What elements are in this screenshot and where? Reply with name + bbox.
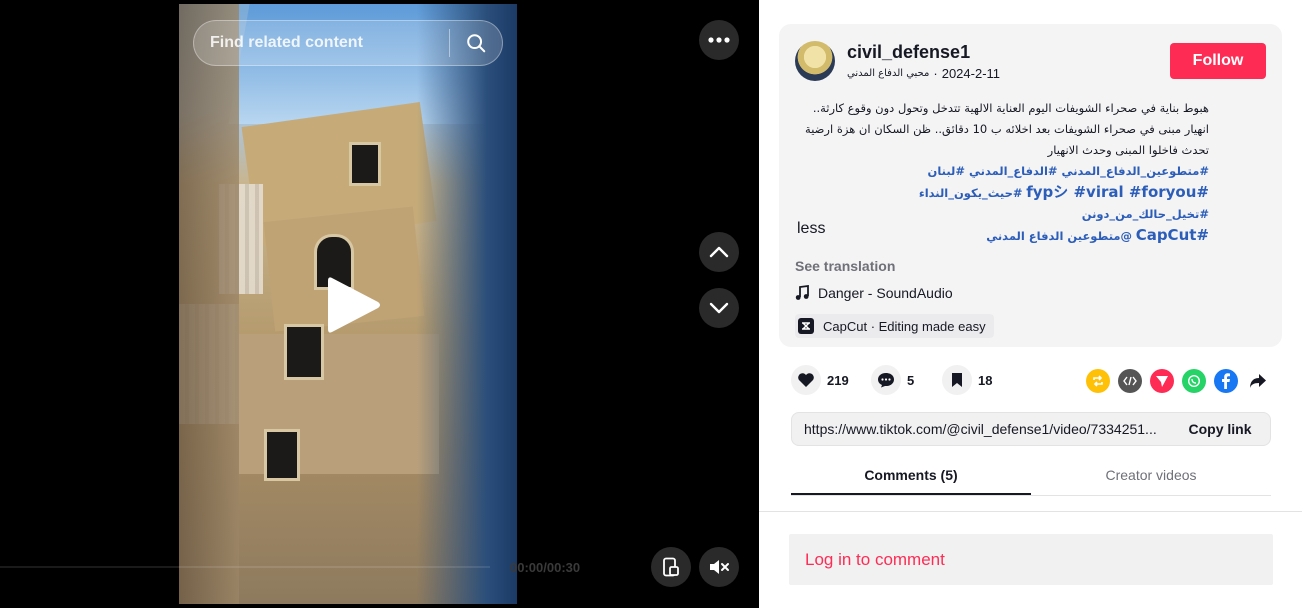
like-button[interactable]: 219 xyxy=(791,365,849,395)
music-title: Danger - SoundAudio xyxy=(818,285,953,301)
like-count: 219 xyxy=(827,372,849,388)
hashtag-capcut[interactable]: #CapCut xyxy=(1136,226,1209,244)
less-button[interactable]: less xyxy=(797,220,825,238)
mute-button[interactable] xyxy=(699,547,739,587)
see-translation-link[interactable]: See translation xyxy=(795,258,895,274)
heart-icon xyxy=(798,373,814,387)
chevron-up-icon xyxy=(709,246,729,258)
author-subline: محبي الدفاع المدني · 2024-2-11 xyxy=(847,66,1000,81)
find-related-search[interactable]: Find related content xyxy=(193,20,503,66)
avatar[interactable] xyxy=(795,41,835,81)
capcut-icon xyxy=(798,318,814,334)
chevron-down-icon xyxy=(709,302,729,314)
more-options-button[interactable] xyxy=(699,20,739,60)
description-card: civil_defense1 محبي الدفاع المدني · 2024… xyxy=(779,24,1282,347)
play-icon[interactable] xyxy=(322,272,384,338)
send-icon[interactable] xyxy=(1150,369,1174,393)
search-input[interactable]: Find related content xyxy=(194,34,449,52)
comment-icon xyxy=(878,373,894,388)
copy-link-box: https://www.tiktok.com/@civil_defense1/v… xyxy=(791,412,1271,446)
tiktok-video-page: Find related content 00:00/00:30 civil_d… xyxy=(0,0,1302,608)
music-note-icon xyxy=(795,285,809,300)
video-caption: هبوط بناية في صحراء الشويفات اليوم العنا… xyxy=(795,98,1209,247)
tab-creator-videos[interactable]: Creator videos xyxy=(1031,456,1271,495)
login-to-comment-link[interactable]: Log in to comment xyxy=(789,550,945,570)
video-stage: Find related content 00:00/00:30 xyxy=(0,0,759,608)
section-divider xyxy=(759,511,1302,512)
mention-group[interactable]: @متطوعين الدفاع المدني xyxy=(986,229,1132,243)
follow-button[interactable]: Follow xyxy=(1170,43,1266,79)
video-progress-bar[interactable] xyxy=(0,566,490,568)
save-count: 18 xyxy=(978,372,993,388)
bookmark-icon xyxy=(952,373,962,387)
comment-count: 5 xyxy=(907,372,915,388)
music-link[interactable]: Danger - SoundAudio xyxy=(795,285,953,301)
tab-comments[interactable]: Comments (5) xyxy=(791,456,1031,495)
pip-icon xyxy=(663,557,679,577)
whatsapp-icon[interactable] xyxy=(1182,369,1206,393)
search-icon xyxy=(467,34,486,53)
comment-button[interactable]: 5 xyxy=(871,365,914,395)
video-url[interactable]: https://www.tiktok.com/@civil_defense1/v… xyxy=(792,421,1170,437)
subline-separator: · xyxy=(933,66,938,81)
login-to-comment-box[interactable]: Log in to comment xyxy=(789,534,1273,585)
repost-icon[interactable] xyxy=(1086,369,1110,393)
action-bar: 219 5 18 xyxy=(791,365,1271,395)
volume-muted-icon xyxy=(710,560,729,574)
facebook-icon[interactable] xyxy=(1214,369,1238,393)
caption-text: هبوط بناية في صحراء الشويفات اليوم العنا… xyxy=(805,101,1209,157)
time-readout: 00:00/00:30 xyxy=(510,560,581,575)
hashtag-group-2-latin[interactable]: #fypシ #viral #foryou xyxy=(1026,183,1209,201)
embed-icon[interactable] xyxy=(1118,369,1142,393)
capcut-label: CapCut · Editing made easy xyxy=(823,318,986,334)
panel-tabs: Comments (5) Creator videos xyxy=(791,456,1271,496)
capcut-anchor[interactable]: CapCut · Editing made easy xyxy=(795,314,994,338)
search-button[interactable] xyxy=(450,20,502,66)
more-dots-icon xyxy=(708,37,730,43)
hashtag-group-1[interactable]: #متطوعين_الدفاع_المدني #الدفاع_المدني #ل… xyxy=(928,164,1209,178)
share-arrow-icon[interactable] xyxy=(1246,369,1270,393)
post-date: 2024-2-11 xyxy=(941,66,1001,81)
video-info-panel: civil_defense1 محبي الدفاع المدني · 2024… xyxy=(759,0,1302,608)
next-video-button[interactable] xyxy=(699,288,739,328)
author-nickname: محبي الدفاع المدني xyxy=(847,68,930,79)
save-button[interactable]: 18 xyxy=(942,365,992,395)
previous-video-button[interactable] xyxy=(699,232,739,272)
author-username[interactable]: civil_defense1 xyxy=(847,42,970,63)
copy-link-button[interactable]: Copy link xyxy=(1170,421,1270,437)
picture-in-picture-button[interactable] xyxy=(651,547,691,587)
